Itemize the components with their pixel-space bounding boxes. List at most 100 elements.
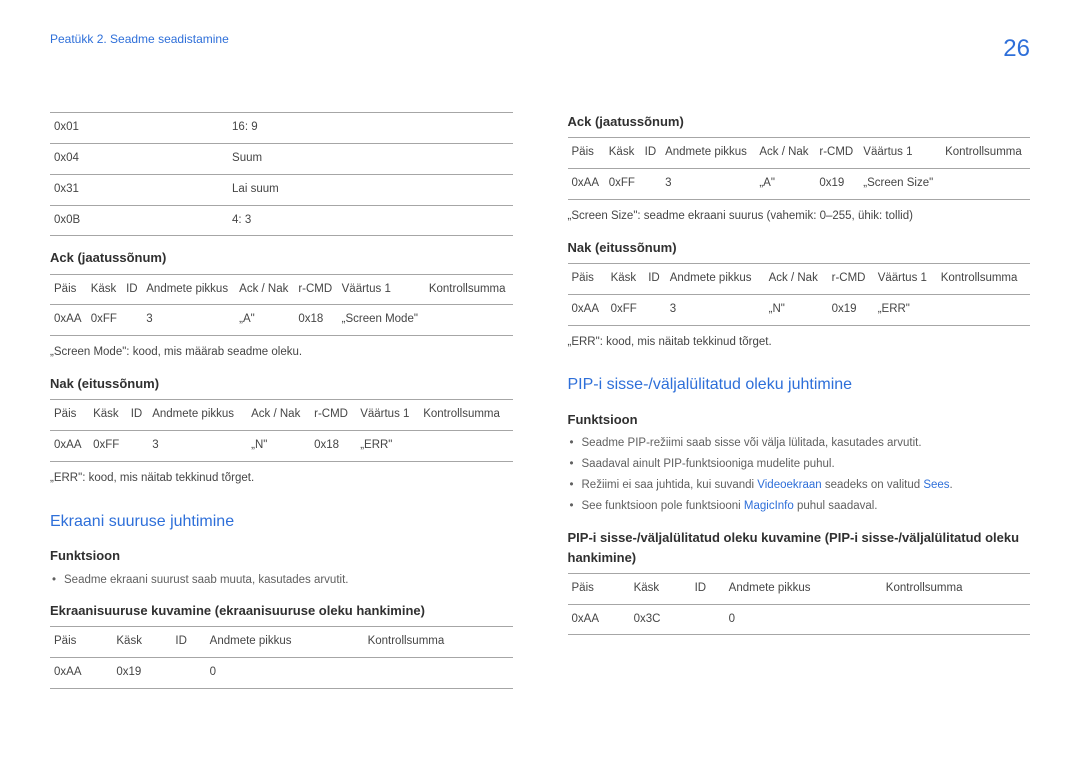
ack-note-right: „Screen Size": seadme ekraani suurus (va… xyxy=(568,208,1031,226)
td: 3 xyxy=(142,305,235,336)
hl-videoekraan: Videoekraan xyxy=(757,479,821,491)
nak-note-right: „ERR": kood, mis näitab tekkinud tõrget. xyxy=(568,334,1031,352)
cell: Suum xyxy=(228,144,512,175)
td: „N" xyxy=(765,294,828,325)
th: Ack / Nak xyxy=(755,138,815,169)
sub-heading-pip-get: PIP-i sisse-/väljalülitatud oleku kuvami… xyxy=(568,528,1031,568)
th: Ack / Nak xyxy=(247,400,310,431)
cell: 4: 3 xyxy=(228,205,512,236)
td xyxy=(425,305,513,336)
td: 3 xyxy=(148,430,247,461)
cell: 0x31 xyxy=(50,174,228,205)
td: 3 xyxy=(661,169,755,200)
th: Päis xyxy=(568,263,607,294)
th: Ack / Nak xyxy=(235,274,294,305)
td: 0 xyxy=(206,658,364,689)
right-column: Ack (jaatussõnum) Päis Käsk ID Andmete p… xyxy=(568,112,1031,697)
th: Käsk xyxy=(630,573,691,604)
th: Käsk xyxy=(605,138,641,169)
th: Päis xyxy=(50,274,87,305)
th: Andmete pikkus xyxy=(666,263,765,294)
nak-heading-right: Nak (eitussõnum) xyxy=(568,238,1031,258)
section-heading-screen-size: Ekraani suuruse juhtimine xyxy=(50,510,513,535)
screen-size-get-table: Päis Käsk ID Andmete pikkus Kontrollsumm… xyxy=(50,626,513,689)
cell: 0x0B xyxy=(50,205,228,236)
section-heading-pip: PIP-i sisse-/väljalülitatud oleku juhtim… xyxy=(568,373,1031,398)
th: Päis xyxy=(568,573,630,604)
breadcrumb: Peatükk 2. Seadme seadistamine xyxy=(50,30,229,49)
bullet: See funktsioon pole funktsiooni MagicInf… xyxy=(570,498,1031,516)
top-code-table: 0x0116: 9 0x04Suum 0x31Lai suum 0x0B4: 3 xyxy=(50,112,513,236)
th: Ack / Nak xyxy=(765,263,828,294)
td xyxy=(937,294,1030,325)
td: 0xFF xyxy=(607,294,645,325)
hl-sees: Sees xyxy=(923,479,949,491)
th: Väärtus 1 xyxy=(859,138,941,169)
td: 0x3C xyxy=(630,604,691,635)
th: ID xyxy=(691,573,725,604)
td: 0xFF xyxy=(605,169,641,200)
page-number: 26 xyxy=(1003,30,1030,67)
td: 0xAA xyxy=(50,305,87,336)
ack-table-right: Päis Käsk ID Andmete pikkus Ack / Nak r-… xyxy=(568,137,1031,200)
td: 0xAA xyxy=(568,294,607,325)
td: 0x19 xyxy=(112,658,171,689)
th: Päis xyxy=(568,138,605,169)
th: Andmete pikkus xyxy=(142,274,235,305)
cell: 0x01 xyxy=(50,113,228,144)
th: ID xyxy=(644,263,665,294)
td xyxy=(644,294,665,325)
td: 0x19 xyxy=(828,294,874,325)
th: Kontrollsumma xyxy=(364,627,513,658)
th: Andmete pikkus xyxy=(661,138,755,169)
th: Kontrollsumma xyxy=(941,138,1030,169)
td: „Screen Mode" xyxy=(338,305,425,336)
ack-heading-right: Ack (jaatussõnum) xyxy=(568,112,1031,132)
th: Kontrollsumma xyxy=(425,274,513,305)
td xyxy=(641,169,661,200)
function-heading-right: Funktsioon xyxy=(568,410,1031,430)
ack-heading-left: Ack (jaatussõnum) xyxy=(50,248,513,268)
bullet: Saadaval ainult PIP-funktsiooniga mudeli… xyxy=(570,456,1031,474)
th: r-CMD xyxy=(310,400,356,431)
td xyxy=(127,430,148,461)
nak-note-left: „ERR": kood, mis näitab tekkinud tõrget. xyxy=(50,470,513,488)
td: 0xFF xyxy=(89,430,127,461)
td: 0xAA xyxy=(568,169,605,200)
th: Käsk xyxy=(607,263,645,294)
th: Kontrollsumma xyxy=(937,263,1030,294)
td xyxy=(364,658,513,689)
nak-table-right: Päis Käsk ID Andmete pikkus Ack / Nak r-… xyxy=(568,263,1031,326)
th: ID xyxy=(171,627,205,658)
td: 0xAA xyxy=(50,658,112,689)
th: Väärtus 1 xyxy=(356,400,419,431)
nak-heading-left: Nak (eitussõnum) xyxy=(50,374,513,394)
left-column: 0x0116: 9 0x04Suum 0x31Lai suum 0x0B4: 3… xyxy=(50,112,513,697)
th: Andmete pikkus xyxy=(725,573,882,604)
th: Käsk xyxy=(112,627,171,658)
hl-magicinfo: MagicInfo xyxy=(744,500,794,512)
sub-heading-screen-size-get: Ekraanisuuruse kuvamine (ekraanisuuruse … xyxy=(50,601,513,621)
th: Andmete pikkus xyxy=(206,627,364,658)
td: 0x18 xyxy=(310,430,356,461)
th: Käsk xyxy=(87,274,122,305)
td xyxy=(691,604,725,635)
td: 0 xyxy=(725,604,882,635)
th: Kontrollsumma xyxy=(882,573,1030,604)
td xyxy=(882,604,1030,635)
th: Kontrollsumma xyxy=(419,400,512,431)
th: r-CMD xyxy=(815,138,859,169)
td: „A" xyxy=(755,169,815,200)
td: 0x19 xyxy=(815,169,859,200)
td: „ERR" xyxy=(356,430,419,461)
th: Väärtus 1 xyxy=(338,274,425,305)
th: r-CMD xyxy=(828,263,874,294)
td: 0xFF xyxy=(87,305,122,336)
td xyxy=(122,305,142,336)
td: „ERR" xyxy=(874,294,937,325)
bullet: Režiimi ei saa juhtida, kui suvandi Vide… xyxy=(570,477,1031,495)
nak-table-left: Päis Käsk ID Andmete pikkus Ack / Nak r-… xyxy=(50,399,513,462)
pip-get-table: Päis Käsk ID Andmete pikkus Kontrollsumm… xyxy=(568,573,1031,636)
th: Väärtus 1 xyxy=(874,263,937,294)
cell: Lai suum xyxy=(228,174,512,205)
